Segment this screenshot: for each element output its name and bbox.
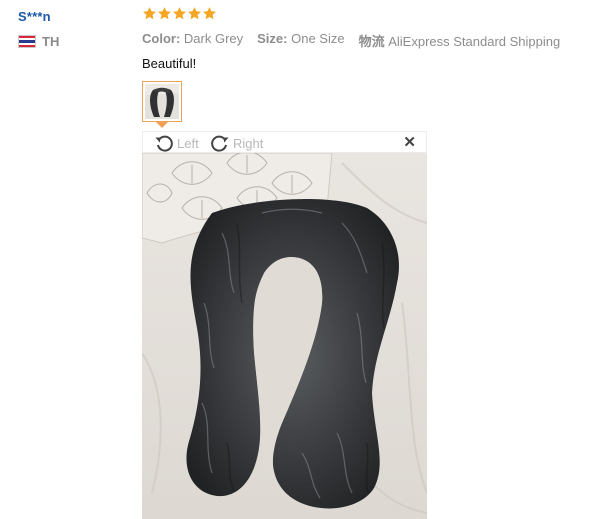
star-icon: [158, 7, 171, 20]
country-code: TH: [42, 34, 60, 49]
photo-viewer-toolbar: Left Right ✕: [142, 131, 427, 153]
attr-size-value: One Size: [291, 31, 345, 46]
star-rating: [142, 6, 217, 21]
attr-color: Color: Dark Grey: [142, 31, 243, 50]
attr-logistics: 物流 AliExpress Standard Shipping: [359, 31, 561, 50]
rotate-right-button[interactable]: Right: [209, 133, 263, 153]
rotate-left-button[interactable]: Left: [153, 133, 199, 153]
reviewer-country: TH: [18, 34, 59, 49]
attr-size-label: Size:: [257, 31, 288, 46]
review-text: Beautiful!: [142, 56, 197, 71]
fur-scarf-photo: [142, 153, 427, 519]
star-icon: [173, 7, 186, 20]
rotate-right-label: Right: [233, 135, 264, 151]
thailand-flag-icon: [18, 35, 36, 48]
attr-logistics-value: AliExpress Standard Shipping: [388, 34, 561, 49]
star-icon: [203, 7, 216, 20]
close-viewer-button[interactable]: ✕: [403, 135, 416, 150]
review-photo-large: [142, 153, 427, 519]
review-photo-thumbnail[interactable]: [142, 81, 182, 122]
rotate-right-icon: [211, 135, 229, 152]
attr-color-label: Color:: [142, 31, 181, 46]
attr-color-value: Dark Grey: [183, 31, 244, 46]
attr-size: Size: One Size: [257, 31, 344, 50]
review-attributes: Color: Dark Grey Size: One Size 物流 AliEx…: [142, 31, 574, 50]
star-icon: [188, 7, 201, 20]
reviewer-name: S***n: [18, 9, 51, 24]
thumbnail-pointer: [156, 122, 168, 128]
rotate-left-icon: [155, 135, 173, 152]
star-icon: [143, 7, 156, 20]
thumbnail-image: [145, 84, 179, 119]
rotate-left-label: Left: [177, 135, 199, 151]
attr-logistics-label: 物流: [358, 34, 385, 49]
